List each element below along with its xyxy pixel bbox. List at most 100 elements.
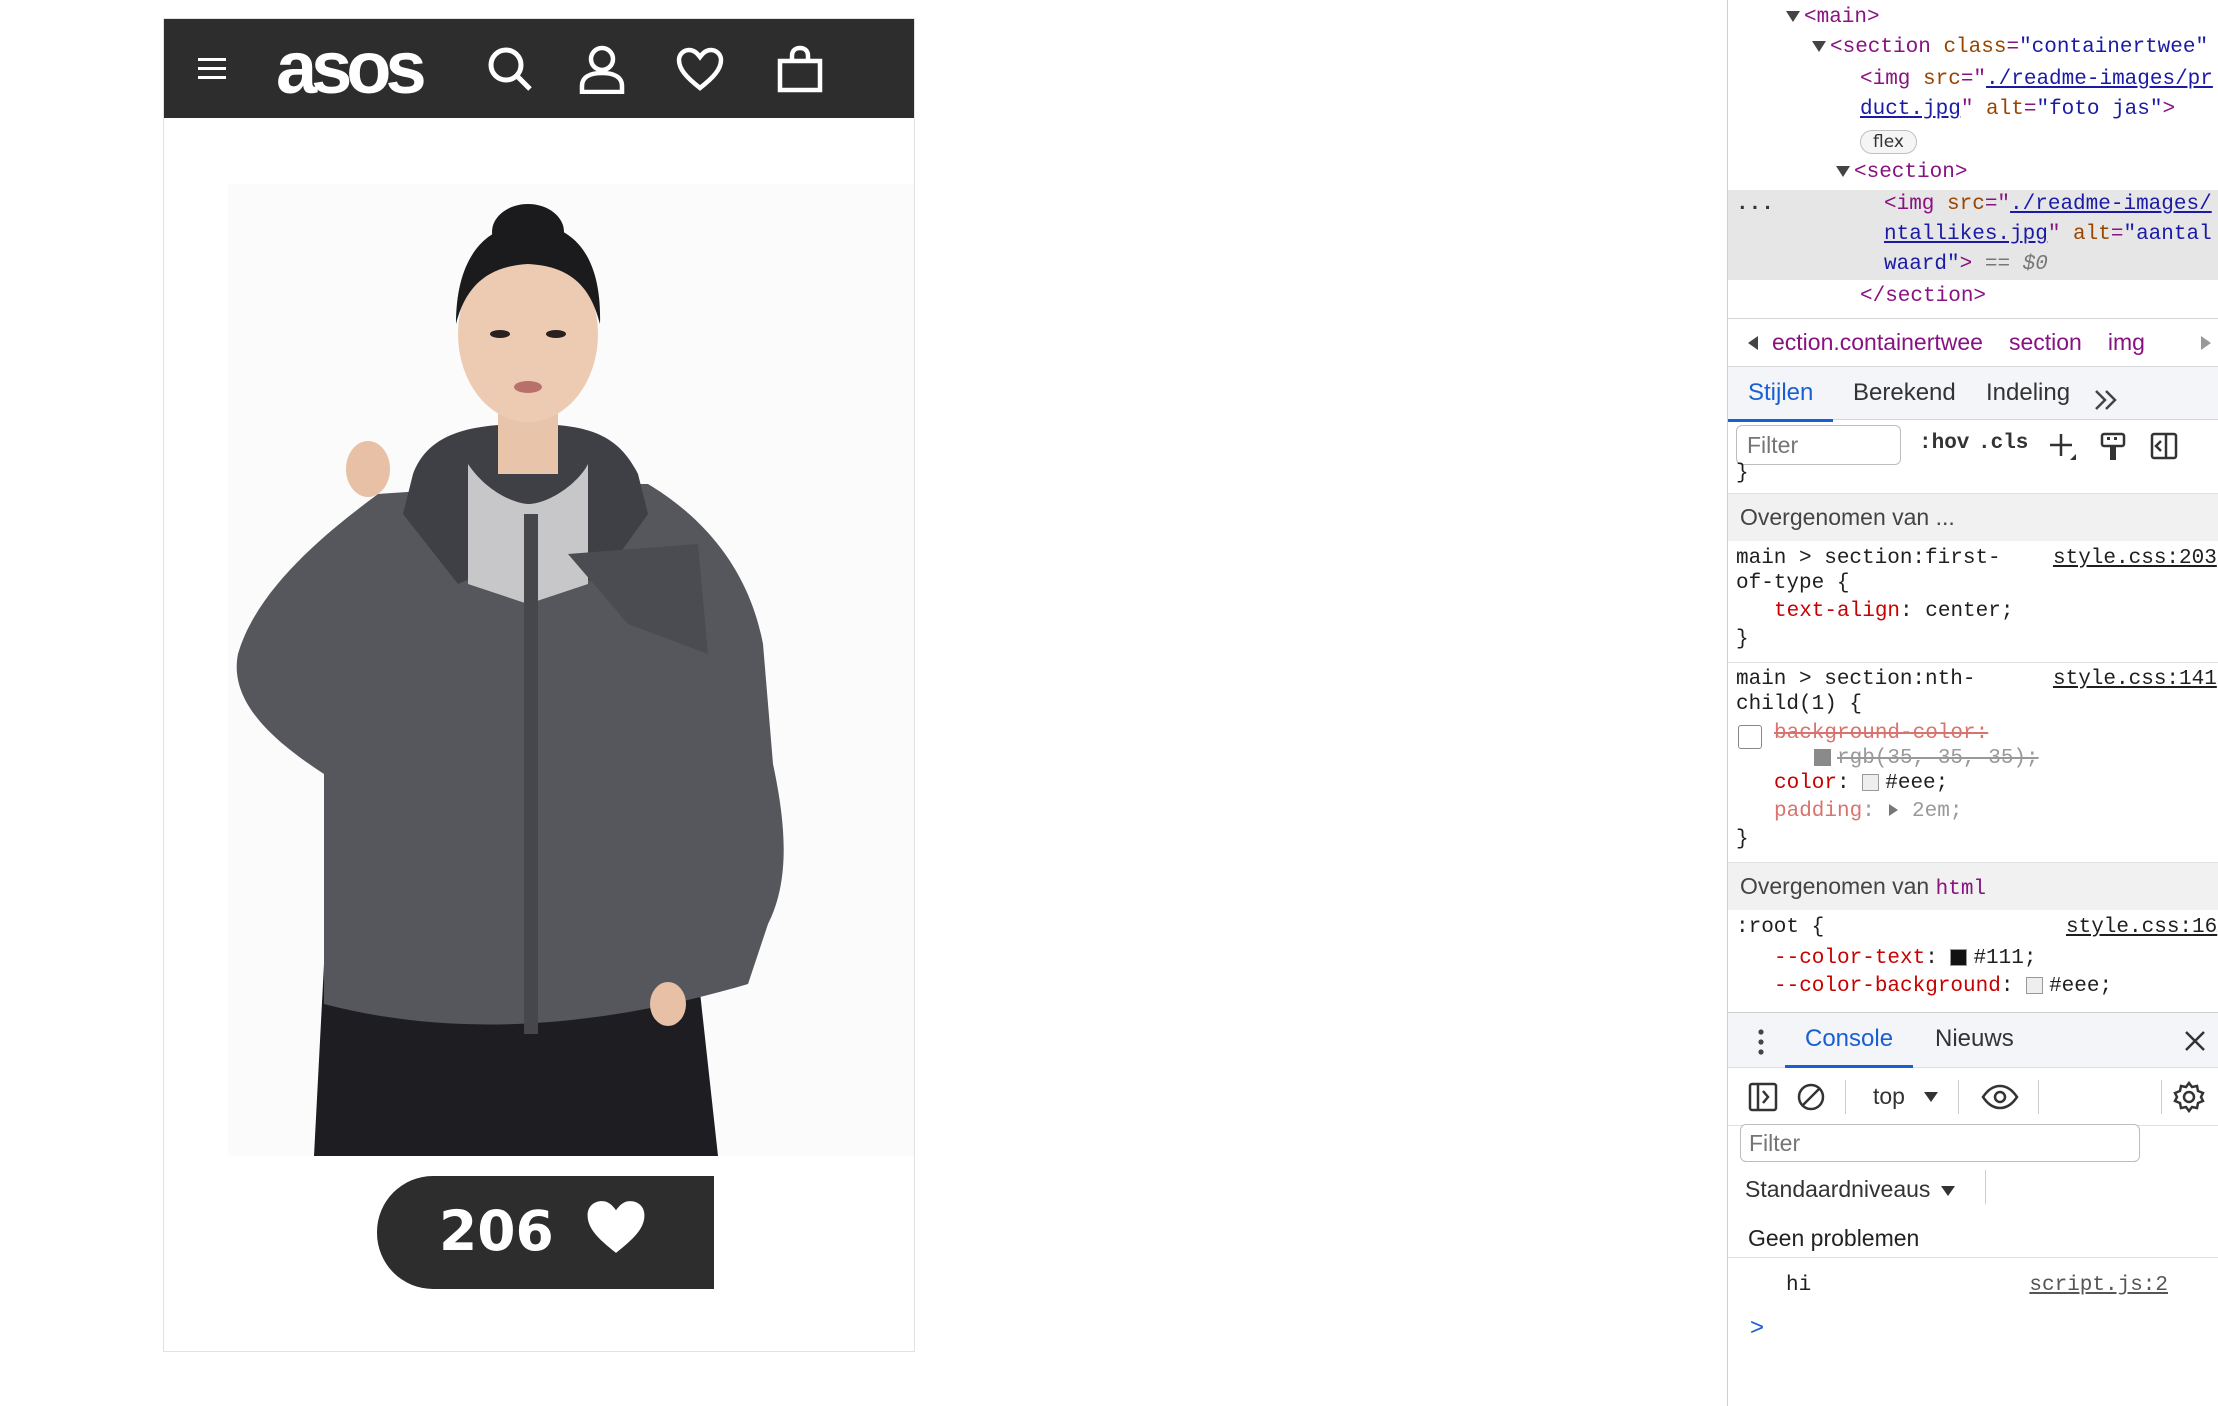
attr-value: "foto jas" — [2036, 98, 2163, 121]
expand-triangle-icon[interactable] — [1786, 10, 1800, 22]
rule-brace: } — [1736, 828, 1749, 851]
dropdown-triangle-icon[interactable] — [1924, 1092, 1938, 1102]
settings-gear-icon[interactable] — [2173, 1081, 2205, 1113]
rule-selector: of-type { — [1736, 572, 1850, 595]
tab-styles[interactable]: Stijlen — [1728, 367, 1834, 422]
dom-node-main[interactable]: <main> — [1786, 3, 1880, 33]
attr-name: src — [1923, 68, 1961, 91]
tag-section: <section — [1830, 36, 1931, 59]
devtools-panel: <main> <section class="containertwee" <i… — [1727, 0, 2218, 1406]
attr-name: class — [1943, 36, 2007, 59]
site-header: asos — [164, 19, 914, 118]
console-filter-input[interactable] — [1740, 1124, 2140, 1162]
paint-brush-icon[interactable] — [2100, 432, 2126, 462]
inherited-header: Overgenomen van ... — [1728, 493, 2218, 541]
hover-state-toggle[interactable]: :hov — [1919, 432, 1969, 455]
rule-declaration[interactable]: text-align: center; — [1774, 598, 2013, 626]
rule-brace: } — [1736, 462, 1749, 485]
site-logo[interactable]: asos — [276, 31, 427, 105]
dom-node-img-1[interactable]: <img src="./readme-images/pr — [1860, 65, 2213, 95]
attr-name: alt — [2073, 223, 2111, 246]
prop-name: padding — [1774, 800, 1863, 823]
rule-declaration[interactable]: --color-background: #eee; — [1774, 973, 2112, 1001]
more-vert-icon[interactable] — [1758, 1029, 1764, 1055]
toolbar-divider — [1845, 1080, 1846, 1114]
tab-computed[interactable]: Berekend — [1853, 367, 1956, 421]
rule-selector: main > section:first- — [1736, 547, 2001, 570]
class-toggle[interactable]: .cls — [1978, 432, 2028, 455]
dom-node-section-close[interactable]: </section> — [1860, 282, 1986, 312]
attr-value: "aantal — [2123, 223, 2212, 246]
prop-value: #111; — [1973, 947, 2037, 970]
likes-count: 206 — [439, 1199, 554, 1263]
scroll-right-icon[interactable] — [2201, 335, 2211, 350]
bag-icon[interactable] — [772, 19, 828, 118]
log-levels-dropdown[interactable]: Standaardniveaus — [1745, 1176, 1955, 1203]
rule-declaration[interactable]: --color-text: #111; — [1774, 945, 2036, 973]
styles-tabbar: Stijlen Berekend Indeling — [1728, 366, 2218, 422]
log-levels-label: Standaardniveaus — [1745, 1176, 1931, 1202]
dom-node-img-1-cont: duct.jpg" alt="foto jas"> — [1860, 98, 2176, 121]
console-prompt[interactable]: > — [1750, 1314, 1764, 1342]
toggle-sidebar-icon[interactable] — [2150, 432, 2178, 460]
expand-triangle-icon[interactable] — [1812, 40, 1826, 52]
color-swatch[interactable] — [1814, 748, 1831, 766]
breadcrumb-item[interactable]: img — [2108, 329, 2145, 356]
clear-console-icon[interactable] — [1796, 1082, 1826, 1112]
menu-icon[interactable] — [192, 19, 232, 118]
dom-node-inner-section[interactable]: <section> — [1836, 158, 1967, 188]
heart-icon — [585, 1198, 647, 1261]
context-selector[interactable]: top — [1873, 1083, 1905, 1110]
dom-node-section[interactable]: <section class="containertwee" — [1812, 33, 2208, 63]
expand-triangle-icon[interactable] — [1887, 803, 1899, 817]
rule-source-link[interactable]: style.css:16 — [2066, 914, 2217, 942]
scroll-left-icon[interactable] — [1748, 335, 1760, 350]
rule-source-link[interactable]: style.css:203 — [2053, 545, 2217, 573]
console-log-source-link[interactable]: script.js:2 — [2029, 1274, 2168, 1297]
styles-filter-input[interactable] — [1736, 425, 1901, 465]
rule-source-link[interactable]: style.css:141 — [2053, 666, 2217, 694]
dom-node-img-2[interactable]: <img src="./readme-images/ — [1884, 190, 2212, 220]
tab-console[interactable]: Console — [1784, 1013, 1914, 1068]
breadcrumb-item[interactable]: section — [2009, 329, 2082, 356]
drawer-tabbar: Console Nieuws — [1728, 1012, 2218, 1068]
expand-triangle-icon[interactable] — [1836, 165, 1850, 177]
breadcrumb-item[interactable]: ection.containertwee — [1772, 329, 1983, 356]
rule-selector: :root { — [1736, 916, 1825, 939]
src-link[interactable]: duct.jpg — [1860, 98, 1961, 121]
rule-declaration-disabled[interactable]: background-color: — [1774, 720, 1988, 748]
inherited-tag[interactable]: html — [1936, 878, 1986, 901]
src-link[interactable]: ./readme-images/ — [2010, 193, 2212, 216]
src-link[interactable]: ntallikes.jpg — [1884, 223, 2048, 246]
declaration-checkbox[interactable] — [1738, 725, 1762, 749]
tab-layout[interactable]: Indeling — [1986, 367, 2070, 421]
more-options-icon[interactable]: ... — [1736, 190, 1774, 220]
color-swatch[interactable] — [1950, 948, 1968, 966]
account-icon[interactable] — [574, 19, 630, 118]
rule-brace: } — [1736, 628, 1749, 651]
breadcrumb: ection.containertwee section img — [1728, 318, 2218, 366]
toolbar-divider — [2038, 1080, 2039, 1114]
color-swatch[interactable] — [1862, 773, 1880, 791]
eye-icon[interactable] — [1981, 1084, 2019, 1110]
issues-status[interactable]: Geen problemen — [1728, 1218, 2218, 1258]
prop-name: --color-background — [1774, 975, 2001, 998]
sidebar-toggle-icon[interactable] — [1748, 1082, 1778, 1112]
mobile-preview: asos 206 — [163, 18, 915, 1352]
prop-value: 2em; — [1912, 800, 1963, 823]
src-link[interactable]: ./readme-images/pr — [1986, 68, 2213, 91]
tag-section: <section> — [1854, 161, 1968, 184]
heart-icon[interactable] — [672, 19, 728, 118]
search-icon[interactable] — [482, 19, 538, 118]
rule-declaration[interactable]: color: #eee; — [1774, 770, 1948, 798]
rule-declaration-inactive[interactable]: padding: 2em; — [1774, 798, 1962, 826]
prop-name: color — [1774, 772, 1838, 795]
attr-name: alt — [1986, 98, 2024, 121]
toolbar-divider — [2161, 1080, 2162, 1114]
close-icon[interactable] — [2183, 1029, 2207, 1053]
color-swatch[interactable] — [2026, 976, 2044, 994]
flex-badge[interactable]: flex — [1860, 130, 1917, 154]
console-toolbar: top — [1728, 1068, 2218, 1126]
tab-news[interactable]: Nieuws — [1935, 1013, 2014, 1067]
new-rule-icon[interactable] — [2048, 432, 2078, 462]
